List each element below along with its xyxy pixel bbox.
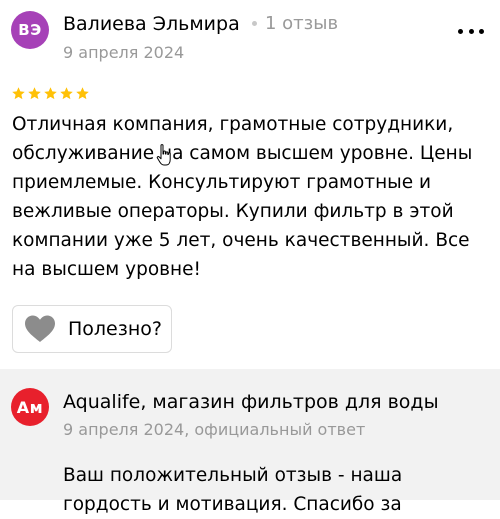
reply-text: Ваш положительный отзыв - наша гордость … (63, 465, 403, 515)
more-options-button[interactable] (458, 24, 484, 38)
reply-meta: 9 апреля 2024, официальный ответ (63, 420, 366, 439)
author-name[interactable]: Валиева Эльмира (63, 13, 240, 35)
org-avatar[interactable]: Ам (11, 388, 49, 426)
star-icon (28, 87, 41, 100)
heart-icon (25, 315, 55, 342)
star-icon (60, 87, 73, 100)
separator-dot (252, 21, 257, 26)
more-horizontal-icon (479, 28, 484, 34)
useful-label: Полезно? (68, 318, 162, 340)
hand-pointer-icon (156, 144, 171, 166)
star-icon (76, 87, 89, 100)
more-horizontal-icon (458, 28, 463, 34)
rating-stars (11, 86, 90, 101)
star-icon (12, 87, 25, 100)
more-horizontal-icon (468, 28, 474, 34)
author-avatar[interactable]: ВЭ (11, 11, 49, 49)
org-name[interactable]: Aqualife, магазин фильтров для воды (63, 391, 439, 413)
useful-button[interactable]: Полезно? (12, 305, 172, 353)
review-text: Отличная компания, грамотные сотрудники,… (12, 114, 473, 280)
star-icon (44, 87, 57, 100)
author-reviews-count: 1 отзыв (265, 13, 339, 34)
review-date: 9 апреля 2024 (63, 43, 185, 62)
